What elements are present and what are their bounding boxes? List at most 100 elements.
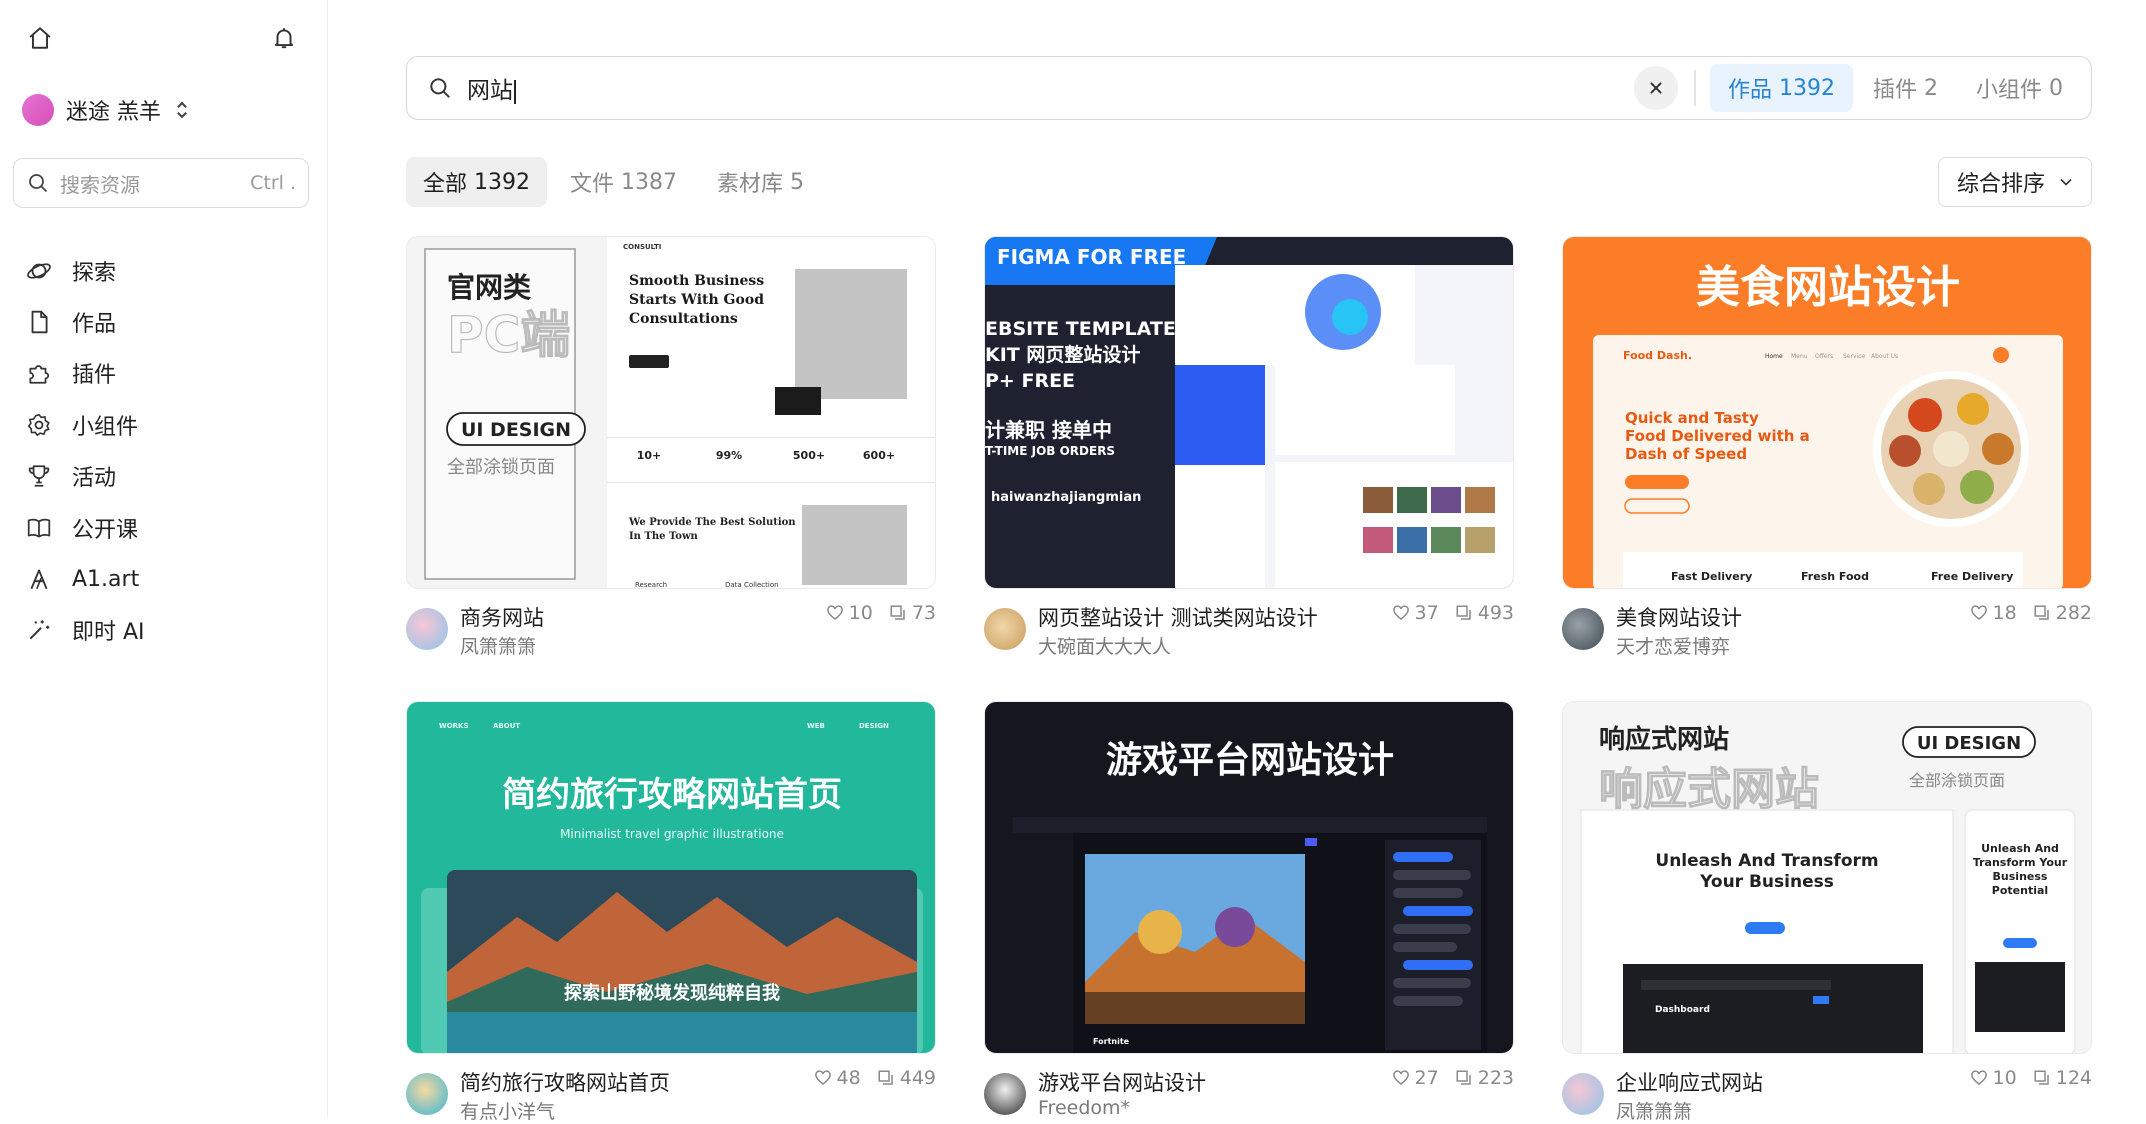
search-input[interactable]: 网站 xyxy=(467,71,1634,105)
author-avatar[interactable] xyxy=(984,608,1026,650)
card-thumbnail[interactable]: 响应式网站 响应式网站 UI DESIGN 全部涂锁页面 Unleash And… xyxy=(1562,701,2092,1054)
text-cursor xyxy=(514,79,516,104)
thumb-foot: Research xyxy=(635,581,667,589)
thumb-big: 官网类 xyxy=(447,271,531,304)
chevron-updown-icon xyxy=(177,101,187,119)
result-card[interactable]: 响应式网站 响应式网站 UI DESIGN 全部涂锁页面 Unleash And… xyxy=(1562,701,2092,1124)
card-title[interactable]: 美食网站设计 xyxy=(1616,602,1742,632)
author-avatar[interactable] xyxy=(984,1073,1026,1115)
clear-search-button[interactable] xyxy=(1634,66,1679,110)
filter-files[interactable]: 文件 1387 xyxy=(553,157,694,207)
sidebar-item-a1-art[interactable]: A1.art xyxy=(24,553,314,604)
card-author[interactable]: Freedom* xyxy=(1038,1097,1130,1119)
card-author[interactable]: 天才恋爱博弈 xyxy=(1616,632,1730,659)
card-stats: 37 493 xyxy=(1392,602,1514,624)
filter-libraries[interactable]: 素材库 5 xyxy=(700,157,821,207)
card-author[interactable]: 凤箫箫箫 xyxy=(1616,1097,1692,1124)
thumb-inner: 探索山野秘境发现纯粹自我 xyxy=(564,982,780,1004)
filter-tabs: 全部 1392 文件 1387 素材库 5 xyxy=(406,157,821,207)
card-title[interactable]: 简约旅行攻略网站首页 xyxy=(460,1067,670,1097)
thumb-caption: Fortnite xyxy=(1093,1037,1130,1046)
sidebar-item-explore[interactable]: 探索 xyxy=(24,245,314,296)
author-avatar[interactable] xyxy=(1562,1073,1604,1115)
author-avatar[interactable] xyxy=(406,1073,448,1115)
widget-gear-icon xyxy=(27,413,50,436)
author-avatar[interactable] xyxy=(1562,608,1604,650)
card-author[interactable]: 大碗面大大大人 xyxy=(1038,632,1171,659)
card-author[interactable]: 有点小洋气 xyxy=(460,1097,555,1124)
copy-count: 223 xyxy=(1477,1067,1514,1089)
card-thumbnail[interactable]: 游戏平台网站设计 Fortnite xyxy=(984,701,1514,1054)
tab-plugins[interactable]: 插件 2 xyxy=(1855,64,1956,112)
result-card[interactable]: FIGMA FOR FREE EBSITE TEMPLATE KIT 网页整站设… xyxy=(984,236,1514,659)
divider xyxy=(1694,70,1696,106)
template-kit-preview: FIGMA FOR FREE EBSITE TEMPLATE KIT 网页整站设… xyxy=(985,237,1513,588)
sidebar-item-label: 活动 xyxy=(72,466,117,492)
copy-icon xyxy=(890,605,905,620)
sidebar-item-courses[interactable]: 公开课 xyxy=(24,502,314,553)
tab-label: 小组件 xyxy=(1975,78,2042,103)
card-thumbnail[interactable]: WORKS ABOUT WEB DESIGN 简约旅行攻略网站首页 Minima… xyxy=(406,701,936,1054)
home-button[interactable] xyxy=(20,18,60,58)
thumb-feature: Free Delivery xyxy=(1931,570,2013,583)
tab-count: 1392 xyxy=(1778,75,1835,101)
thumb-big: 美食网站设计 xyxy=(1696,262,1960,313)
heart-icon xyxy=(1970,605,1987,620)
trophy-icon xyxy=(28,465,50,487)
sidebar-nav: 探索 作品 插件 小组件 活动 公开课 A1.art 即时 AI xyxy=(24,245,314,656)
close-icon xyxy=(1650,82,1663,94)
sidebar-item-label: 探索 xyxy=(72,260,117,286)
sidebar-item-instant-ai[interactable]: 即时 AI xyxy=(24,605,314,656)
sidebar-item-works[interactable]: 作品 xyxy=(24,296,314,347)
copy-icon xyxy=(1456,1070,1471,1085)
card-title[interactable]: 企业响应式网站 xyxy=(1616,1067,1763,1097)
sidebar-item-widgets[interactable]: 小组件 xyxy=(24,399,314,450)
result-card[interactable]: 官网类 PC端 UI DESIGN 全部涂锁页面 CONSULTI Smooth… xyxy=(406,236,936,659)
copy-icon xyxy=(878,1070,893,1085)
tab-works[interactable]: 作品 1392 xyxy=(1709,64,1853,112)
copy-count: 493 xyxy=(1477,602,1514,624)
sidebar-item-events[interactable]: 活动 xyxy=(24,451,314,502)
card-title[interactable]: 游戏平台网站设计 xyxy=(1038,1067,1206,1097)
thumb-hero: Quick and Tasty xyxy=(1625,409,1759,427)
card-stats: 10 73 xyxy=(826,602,936,624)
search-icon xyxy=(430,78,450,98)
card-meta: 商务网站 凤箫箫箫 10 73 xyxy=(406,602,936,659)
result-card[interactable]: 游戏平台网站设计 Fortnite 游戏平台网站设计 Freedom* 27 2… xyxy=(984,701,1514,1121)
heart-icon xyxy=(1970,1070,1987,1085)
card-author[interactable]: 凤箫箫箫 xyxy=(460,632,536,659)
file-icon xyxy=(31,310,48,334)
sidebar-item-plugins[interactable]: 插件 xyxy=(24,348,314,399)
card-meta: 简约旅行攻略网站首页 有点小洋气 48 449 xyxy=(406,1067,936,1124)
chevron-down-icon xyxy=(2060,178,2072,186)
copy-count: 449 xyxy=(899,1067,936,1089)
card-title[interactable]: 商务网站 xyxy=(460,602,544,632)
thumb-nav: WORKS xyxy=(439,722,469,730)
thumb-handle: haiwanzhajiangmian xyxy=(991,490,1141,505)
filter-all[interactable]: 全部 1392 xyxy=(406,157,548,207)
sort-label: 综合排序 xyxy=(1956,172,2045,197)
tab-widgets[interactable]: 小组件 0 xyxy=(1958,64,2081,112)
thumb-stat: 10+ xyxy=(637,449,662,462)
author-avatar[interactable] xyxy=(406,608,448,650)
result-card[interactable]: WORKS ABOUT WEB DESIGN 简约旅行攻略网站首页 Minima… xyxy=(406,701,936,1124)
avatar xyxy=(22,94,54,126)
result-card[interactable]: 美食网站设计 Food Dash. Home Menu Offers Servi… xyxy=(1562,236,2092,659)
user-switcher[interactable]: 迷途 羔羊 xyxy=(22,90,191,130)
thumb-foot: Data Collection xyxy=(725,581,779,589)
card-title[interactable]: 网页整站设计 测试类网站设计 xyxy=(1038,602,1318,632)
card-thumbnail[interactable]: 官网类 PC端 UI DESIGN 全部涂锁页面 CONSULTI Smooth… xyxy=(406,236,936,589)
like-count: 48 xyxy=(836,1067,861,1089)
notification-button[interactable] xyxy=(264,18,304,58)
card-thumbnail[interactable]: FIGMA FOR FREE EBSITE TEMPLATE KIT 网页整站设… xyxy=(984,236,1514,589)
search-query: 网站 xyxy=(467,78,513,104)
thumb-dash: Dashboard xyxy=(1655,1005,1710,1015)
thumb-nav: ABOUT xyxy=(493,722,520,730)
thumb-sub: 全部涂锁页面 xyxy=(447,457,555,478)
card-thumbnail[interactable]: 美食网站设计 Food Dash. Home Menu Offers Servi… xyxy=(1562,236,2092,589)
thumb-line: EBSITE TEMPLATE xyxy=(985,318,1176,340)
card-meta: 企业响应式网站 凤箫箫箫 10 124 xyxy=(1562,1067,2092,1124)
sidebar-search-input[interactable]: 搜索资源 Ctrl . xyxy=(13,158,309,208)
sort-dropdown[interactable]: 综合排序 xyxy=(1938,157,2092,207)
user-name: 迷途 羔羊 xyxy=(66,100,161,125)
